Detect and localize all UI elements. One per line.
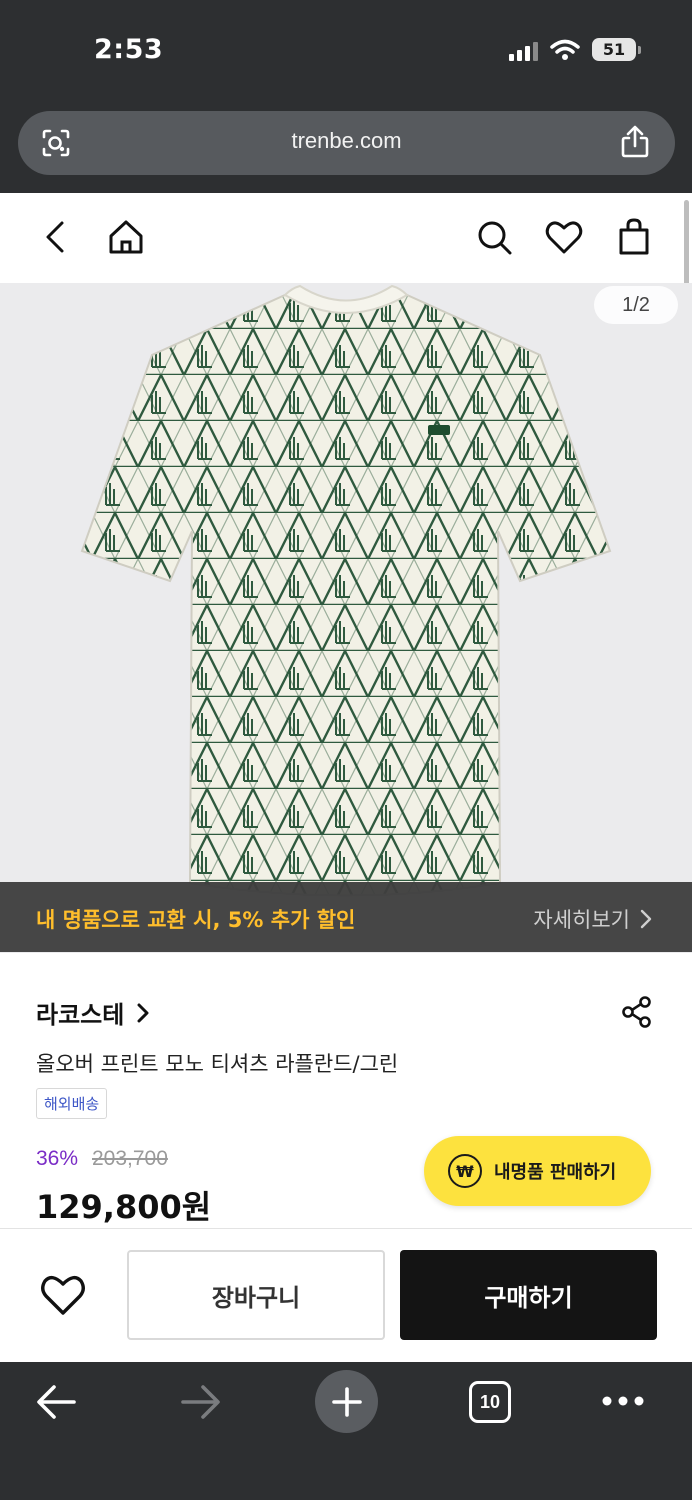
browser-top-bar: 2:53 51 trenbe.com xyxy=(0,0,692,193)
forward-arrow-icon[interactable] xyxy=(179,1382,223,1422)
url-text: trenbe.com xyxy=(291,128,402,153)
image-counter: 1/2 xyxy=(594,286,678,324)
wishlist-heart-icon[interactable] xyxy=(38,1270,88,1320)
shopping-bag-icon[interactable] xyxy=(614,217,654,257)
chevron-right-icon xyxy=(640,909,652,929)
back-icon[interactable] xyxy=(36,217,76,257)
product-image[interactable] xyxy=(0,283,692,953)
status-time: 2:53 xyxy=(94,34,164,65)
brand-link[interactable]: 라코스테 xyxy=(36,995,150,1030)
buy-now-button[interactable]: 구매하기 xyxy=(400,1250,657,1340)
sell-my-luxury-button[interactable]: ₩ 내명품 판매하기 xyxy=(424,1136,651,1206)
url-bar[interactable]: trenbe.com xyxy=(18,111,675,175)
status-indicators: 51 xyxy=(509,38,641,61)
wifi-icon xyxy=(550,39,580,60)
more-icon[interactable] xyxy=(602,1392,644,1410)
scroll-indicator xyxy=(684,200,689,288)
search-icon[interactable] xyxy=(474,217,514,257)
promo-banner[interactable]: 내 명품으로 교환 시, 5% 추가 할인 자세히보기 xyxy=(0,882,692,952)
add-to-cart-button[interactable]: 장바구니 xyxy=(127,1250,385,1340)
tabs-button[interactable]: 10 xyxy=(469,1381,511,1423)
discount-rate: 36% xyxy=(36,1147,79,1170)
chevron-right-icon xyxy=(137,1003,149,1022)
won-icon: ₩ xyxy=(448,1154,482,1188)
promo-link-label: 자세히보기 xyxy=(533,908,630,932)
app-header xyxy=(0,193,692,283)
plus-icon xyxy=(331,1386,362,1417)
home-icon[interactable] xyxy=(106,217,146,257)
original-price: 203,700 xyxy=(92,1147,168,1170)
sell-button-label: 내명품 판매하기 xyxy=(494,1162,617,1183)
promo-detail-link[interactable]: 자세히보기 xyxy=(533,904,652,934)
share-icon[interactable] xyxy=(619,125,651,159)
new-tab-button[interactable] xyxy=(315,1370,378,1433)
heart-icon[interactable] xyxy=(544,217,584,257)
share-product-icon[interactable] xyxy=(620,995,654,1029)
product-name: 올오버 프린트 모노 티셔츠 라플란드/그린 xyxy=(36,1052,399,1076)
sale-price: 129,800원 xyxy=(36,1188,212,1226)
battery-indicator: 51 xyxy=(592,38,641,61)
promo-text: 내 명품으로 교환 시, 5% 추가 할인 xyxy=(36,908,356,932)
cellular-signal-icon xyxy=(509,39,538,61)
shipping-tag: 해외배송 xyxy=(36,1088,108,1119)
t-shirt-image xyxy=(80,284,612,897)
back-arrow-icon[interactable] xyxy=(34,1382,78,1422)
brand-name: 라코스테 xyxy=(36,1001,125,1029)
